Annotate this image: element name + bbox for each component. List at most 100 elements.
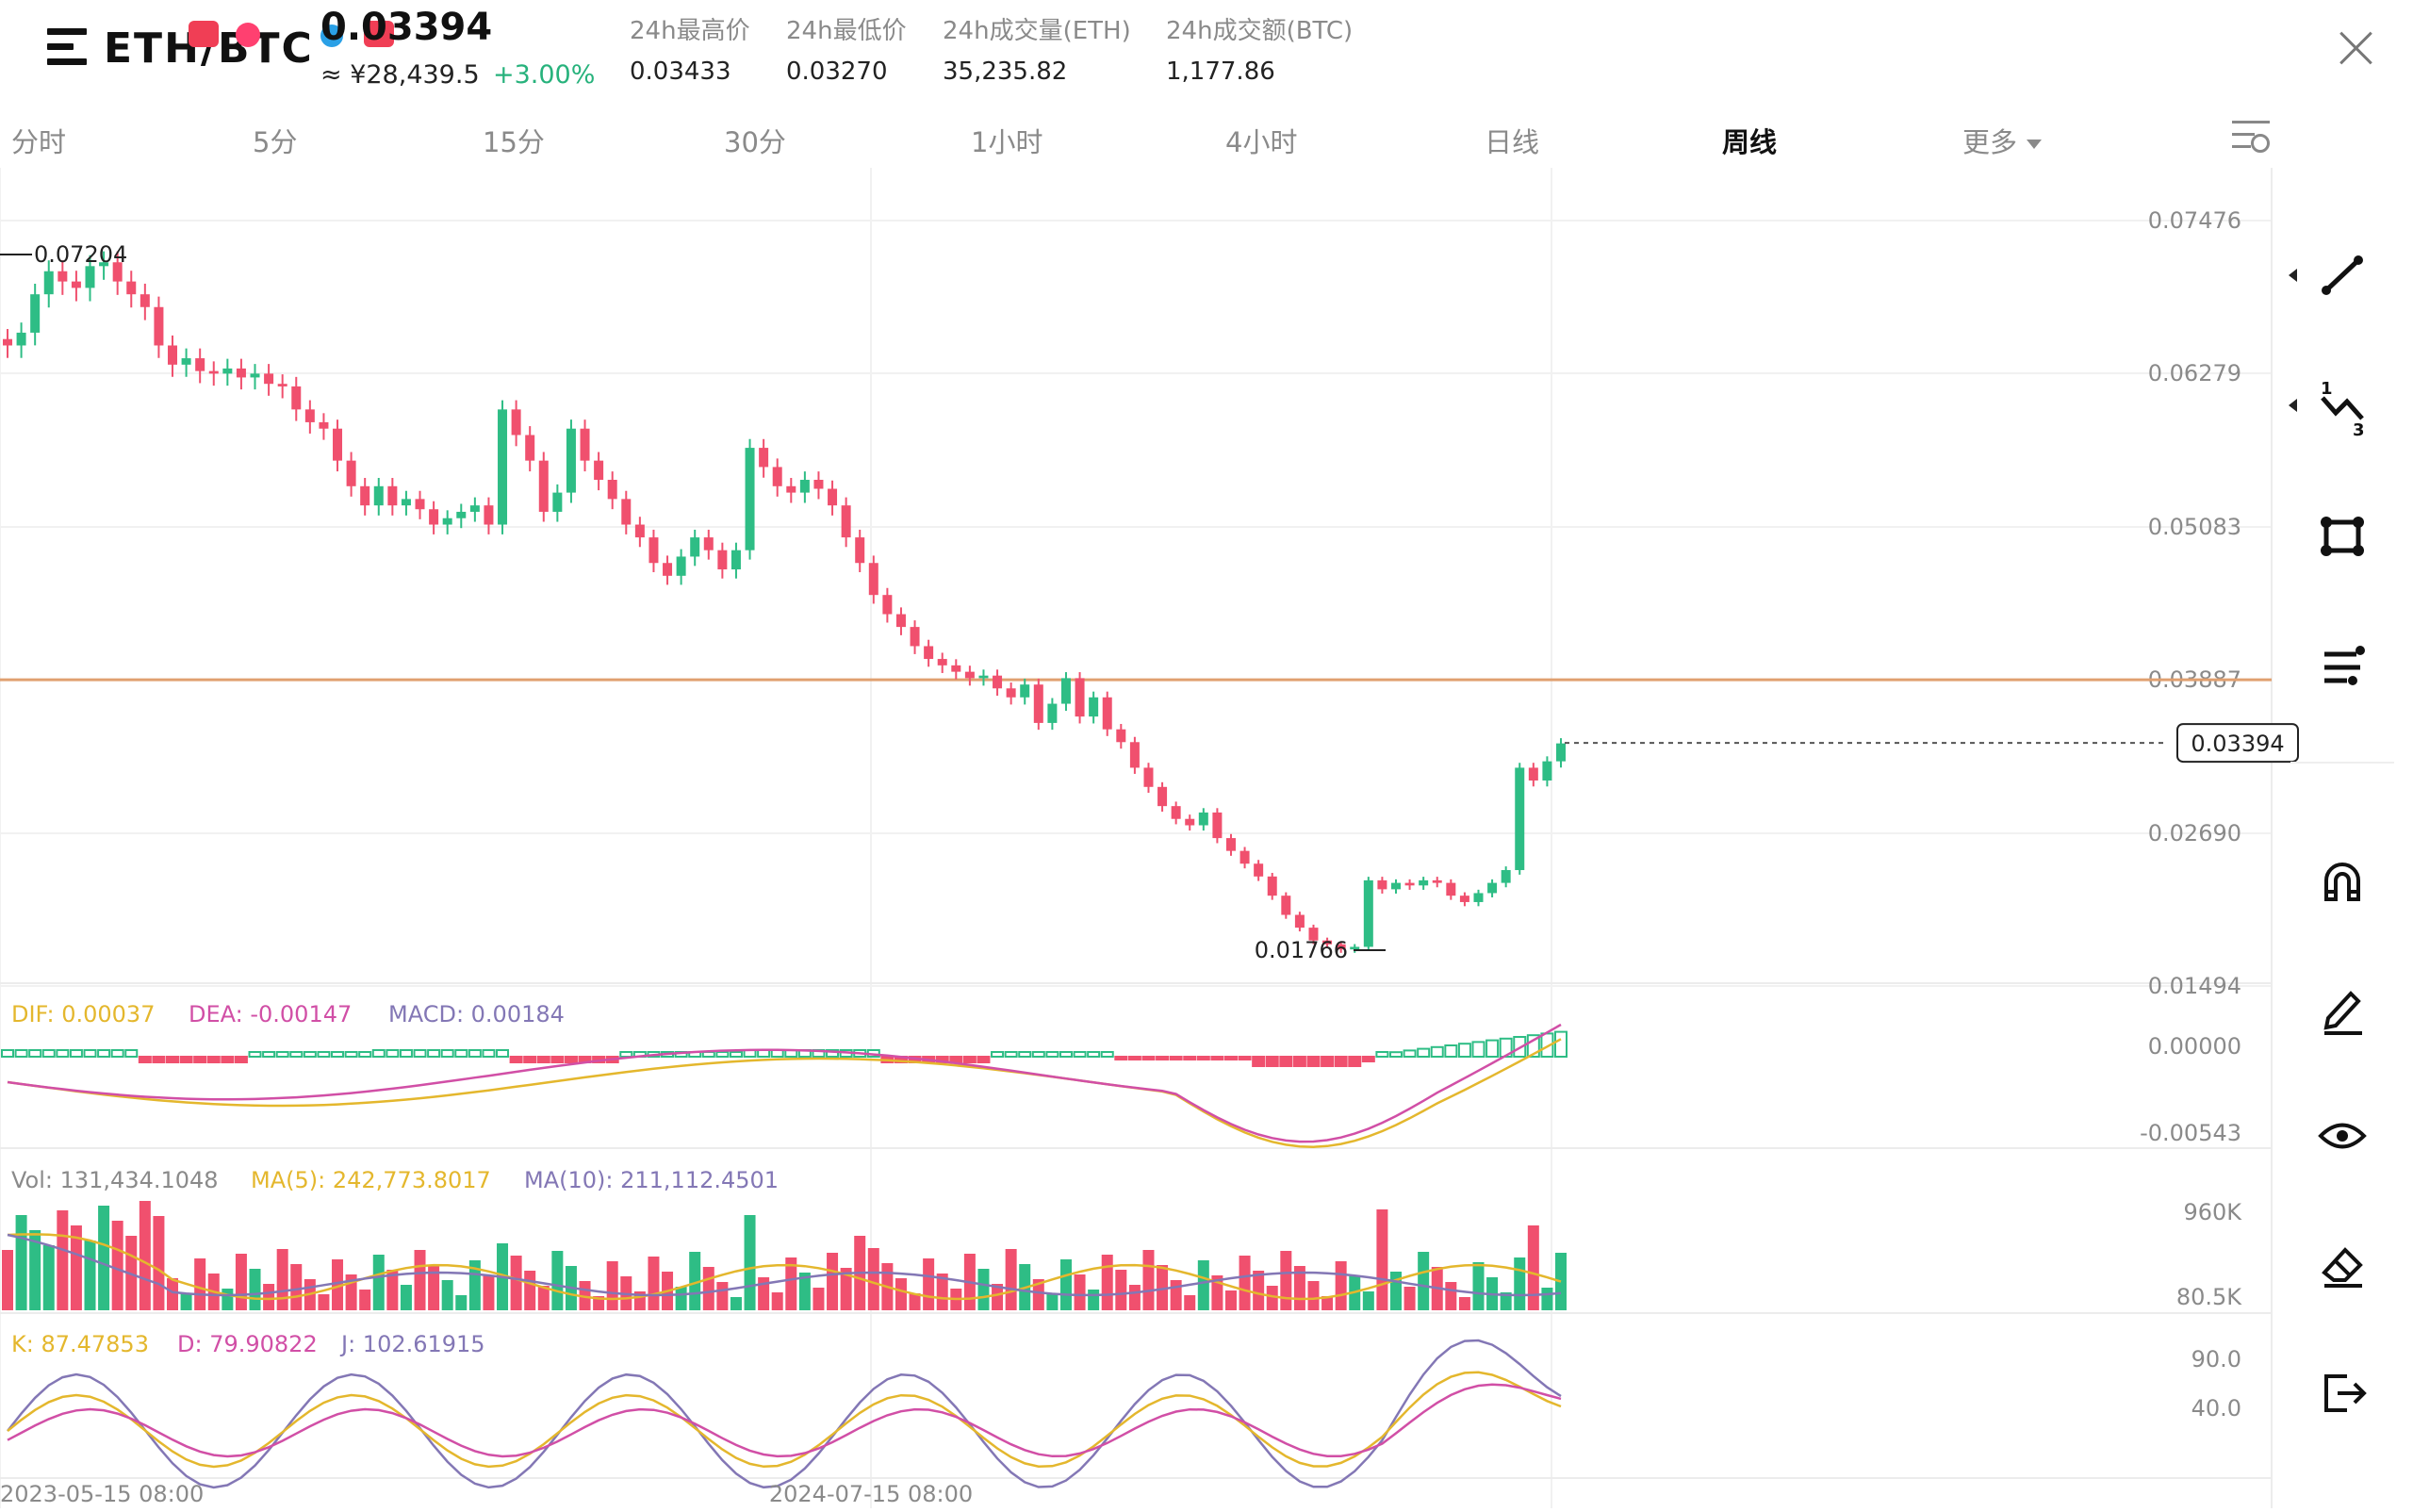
pen-icon[interactable] xyxy=(2309,975,2375,1041)
hot-icon xyxy=(236,23,260,47)
candle xyxy=(85,266,95,288)
macd-dif-label: DIF: 0.00037 xyxy=(11,1001,155,1027)
volume-bar xyxy=(1184,1295,1196,1310)
macd-bar xyxy=(110,1049,124,1058)
macd-bar xyxy=(1486,1039,1500,1058)
line-tool-icon[interactable] xyxy=(2309,243,2375,309)
macd-dif-line xyxy=(7,1038,1562,1148)
candle xyxy=(868,563,878,596)
candle xyxy=(1225,838,1236,851)
candle xyxy=(1350,946,1360,950)
volume-bar xyxy=(744,1215,756,1310)
volume-bar xyxy=(1224,1290,1237,1310)
candle xyxy=(1281,896,1291,915)
macd-bar xyxy=(1444,1044,1458,1058)
candle xyxy=(717,550,728,570)
volume-bar xyxy=(1445,1282,1457,1310)
volume-bar xyxy=(648,1257,660,1310)
volume-bar xyxy=(455,1295,468,1310)
high-marker-label: 0.07204 xyxy=(34,241,127,268)
volume-bar xyxy=(1005,1249,1017,1310)
macd-bar xyxy=(152,1056,166,1063)
volume-bar xyxy=(167,1278,179,1310)
macd-bar xyxy=(1183,1056,1197,1060)
macd-bar xyxy=(179,1056,193,1063)
macd-bar xyxy=(248,1051,262,1058)
macd-bar xyxy=(358,1051,372,1058)
candle xyxy=(236,368,246,378)
macd-bar xyxy=(482,1049,496,1058)
candle xyxy=(580,428,590,461)
volume-bar xyxy=(359,1290,371,1310)
macd-bar xyxy=(1238,1056,1252,1060)
macd-bar xyxy=(41,1049,56,1058)
candle xyxy=(663,563,673,576)
tab-time[interactable]: 分时 xyxy=(11,121,66,160)
tab-15m[interactable]: 15分 xyxy=(483,121,545,160)
tab-1w[interactable]: 周线 xyxy=(1722,121,1777,160)
macd-bar xyxy=(1018,1051,1032,1058)
volume-bar xyxy=(606,1261,618,1310)
interval-tabs: 分时 5分 15分 30分 1小时 4小时 日线 周线 更多 xyxy=(0,111,2309,168)
exit-icon[interactable] xyxy=(2309,1359,2375,1425)
settings-icon[interactable] xyxy=(2232,121,2270,153)
candle xyxy=(1363,879,1373,947)
volume-bar xyxy=(895,1278,907,1310)
text-tool-icon[interactable] xyxy=(2309,633,2375,699)
candle xyxy=(291,386,302,410)
candle xyxy=(1377,879,1387,890)
candle xyxy=(1047,703,1058,723)
volume-bar xyxy=(57,1210,69,1310)
tab-5m[interactable]: 5分 xyxy=(253,121,297,160)
candle xyxy=(1020,684,1030,698)
macd-bar xyxy=(386,1049,400,1058)
tab-more[interactable]: 更多 xyxy=(1962,121,2043,160)
kline-chart[interactable]: 0.074760.062790.050830.038870.026900.014… xyxy=(0,168,2300,1508)
macd-bar xyxy=(454,1049,468,1058)
volume-ma5-label: MA(5): 242,773.8017 xyxy=(251,1167,491,1193)
close-icon[interactable] xyxy=(2336,28,2375,68)
candle xyxy=(498,409,508,525)
menu-icon[interactable] xyxy=(47,28,87,66)
macd-bar xyxy=(1321,1056,1335,1067)
macd-bar xyxy=(1031,1051,1045,1058)
tab-4h[interactable]: 4小时 xyxy=(1225,121,1297,160)
eraser-icon[interactable] xyxy=(2309,1231,2375,1297)
macd-bar xyxy=(371,1049,386,1058)
kdj-j-label: J: 102.61915 xyxy=(339,1331,485,1357)
tab-1d[interactable]: 日线 xyxy=(1485,121,1539,160)
candle xyxy=(469,505,480,512)
macd-bar xyxy=(344,1051,358,1058)
candle xyxy=(855,537,865,564)
fib-tool-icon[interactable]: 13 xyxy=(2309,373,2375,440)
volume-bar xyxy=(1115,1270,1127,1310)
candle xyxy=(456,511,467,518)
volume-bar xyxy=(1472,1262,1485,1310)
macd-value-label: MACD: 0.00184 xyxy=(388,1001,565,1027)
volume-bar xyxy=(84,1241,96,1310)
magnet-icon[interactable] xyxy=(2309,846,2375,912)
volume-bar xyxy=(675,1287,687,1310)
volume-bar xyxy=(111,1221,123,1310)
tab-1h[interactable]: 1小时 xyxy=(971,121,1042,160)
candle xyxy=(910,627,920,647)
tab-30m[interactable]: 30分 xyxy=(724,121,786,160)
shape-tool-icon[interactable] xyxy=(2309,505,2375,571)
macd-bar xyxy=(1252,1056,1266,1067)
price-axis-label: 0.05083 xyxy=(2148,514,2241,540)
candle xyxy=(304,409,315,422)
macd-bar xyxy=(991,1051,1005,1058)
volume-bar xyxy=(180,1293,192,1310)
volume-bar xyxy=(222,1289,234,1310)
volume-bar xyxy=(276,1249,288,1310)
volume-bar xyxy=(483,1275,495,1310)
macd-bar xyxy=(1348,1056,1362,1067)
candle xyxy=(442,518,452,525)
chart-area[interactable]: 0.07476 0.06279 0.05083 0.03887 0.02690 0.014… xyxy=(0,168,2300,1512)
candle xyxy=(57,271,68,282)
macd-bar xyxy=(1210,1056,1224,1060)
candle xyxy=(1089,697,1099,717)
candle xyxy=(1404,882,1415,886)
macd-bar xyxy=(97,1049,111,1058)
eye-icon[interactable] xyxy=(2309,1103,2375,1169)
